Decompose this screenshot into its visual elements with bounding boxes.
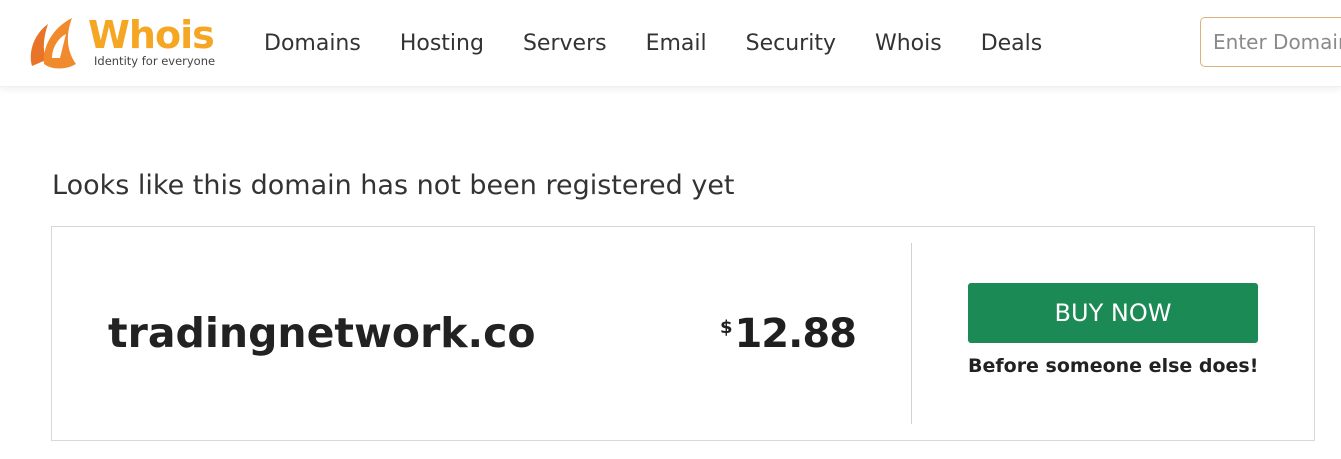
- domain-price: $ 12.88: [719, 311, 857, 357]
- logo-wordmark: Whois: [88, 13, 215, 57]
- card-divider: [911, 243, 912, 424]
- nav-item-email[interactable]: Email: [646, 31, 707, 56]
- price-currency: $: [719, 317, 733, 338]
- nav-item-whois[interactable]: Whois: [875, 31, 942, 56]
- nav-item-hosting[interactable]: Hosting: [400, 31, 484, 56]
- domain-result-card: tradingnetwork.co $ 12.88 BUY NOW Before…: [51, 226, 1315, 441]
- nav-item-security[interactable]: Security: [746, 31, 836, 56]
- domain-name: tradingnetwork.co: [108, 309, 536, 357]
- domain-search-input[interactable]: [1200, 17, 1341, 67]
- main-nav: Domains Hosting Servers Email Security W…: [264, 0, 1081, 86]
- nav-item-servers[interactable]: Servers: [523, 31, 607, 56]
- buy-now-button[interactable]: BUY NOW: [968, 283, 1258, 343]
- logo-tagline: Identity for everyone: [94, 54, 216, 68]
- site-header: Whois Identity for everyone Domains Host…: [0, 0, 1341, 87]
- availability-headline: Looks like this domain has not been regi…: [52, 170, 735, 201]
- nav-item-domains[interactable]: Domains: [264, 31, 361, 56]
- price-amount: 12.88: [734, 311, 857, 357]
- site-logo[interactable]: Whois Identity for everyone: [26, 12, 226, 72]
- whois-logo-icon: [26, 14, 82, 76]
- buy-subtext: Before someone else does!: [968, 355, 1259, 377]
- nav-item-deals[interactable]: Deals: [981, 31, 1043, 56]
